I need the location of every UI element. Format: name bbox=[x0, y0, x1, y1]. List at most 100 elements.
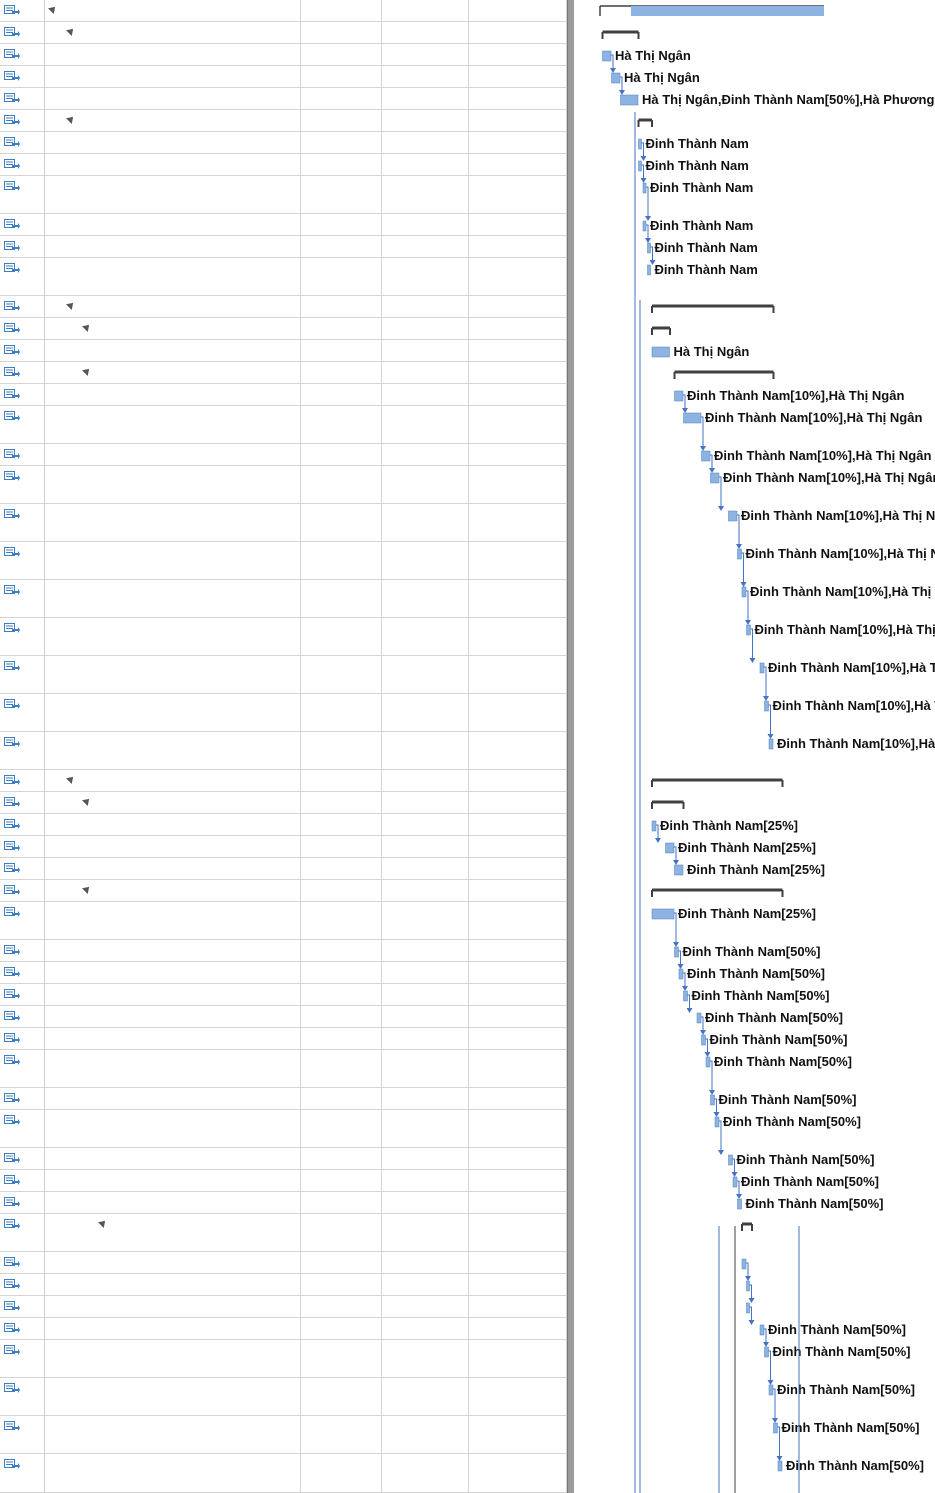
task-name-cell[interactable] bbox=[44, 214, 301, 235]
row-indicator[interactable] bbox=[0, 1148, 45, 1169]
task-row[interactable] bbox=[0, 792, 567, 814]
finish-cell[interactable] bbox=[469, 1454, 567, 1492]
duration-cell[interactable] bbox=[301, 984, 382, 1005]
task-name-cell[interactable] bbox=[44, 940, 301, 961]
task-name-cell[interactable] bbox=[44, 858, 301, 879]
start-cell[interactable] bbox=[382, 732, 469, 769]
start-cell[interactable] bbox=[382, 1378, 469, 1415]
row-indicator[interactable] bbox=[0, 1416, 45, 1453]
task-row[interactable] bbox=[0, 466, 567, 504]
task-row[interactable] bbox=[0, 362, 567, 384]
duration-cell[interactable] bbox=[301, 1214, 382, 1251]
task-name-cell[interactable] bbox=[44, 1088, 301, 1109]
row-indicator[interactable] bbox=[0, 1192, 45, 1213]
start-cell[interactable] bbox=[382, 340, 469, 361]
row-indicator[interactable] bbox=[0, 176, 45, 213]
finish-cell[interactable] bbox=[469, 858, 567, 879]
task-row[interactable] bbox=[0, 384, 567, 406]
duration-cell[interactable] bbox=[301, 466, 382, 503]
start-cell[interactable] bbox=[382, 1192, 469, 1213]
row-indicator[interactable] bbox=[0, 504, 45, 541]
duration-cell[interactable] bbox=[301, 362, 382, 383]
duration-cell[interactable] bbox=[301, 1148, 382, 1169]
task-name-cell[interactable] bbox=[44, 580, 301, 617]
row-indicator[interactable] bbox=[0, 814, 45, 835]
task-bar[interactable] bbox=[777, 1460, 783, 1472]
task-row[interactable] bbox=[0, 1340, 567, 1378]
task-bar[interactable] bbox=[728, 510, 738, 522]
row-indicator[interactable] bbox=[0, 1006, 45, 1027]
duration-cell[interactable] bbox=[301, 1028, 382, 1049]
start-cell[interactable] bbox=[382, 1416, 469, 1453]
task-name-cell[interactable] bbox=[44, 1214, 301, 1251]
task-row[interactable] bbox=[0, 902, 567, 940]
task-bar[interactable] bbox=[651, 908, 675, 920]
row-indicator[interactable] bbox=[0, 1088, 45, 1109]
task-bar[interactable] bbox=[759, 1324, 765, 1336]
start-cell[interactable] bbox=[382, 1028, 469, 1049]
task-row[interactable] bbox=[0, 444, 567, 466]
row-indicator[interactable] bbox=[0, 1214, 45, 1251]
task-bar[interactable] bbox=[759, 662, 765, 674]
row-indicator[interactable] bbox=[0, 296, 45, 317]
task-name-cell[interactable] bbox=[44, 406, 301, 443]
start-cell[interactable] bbox=[382, 1252, 469, 1273]
task-row[interactable] bbox=[0, 814, 567, 836]
row-indicator[interactable] bbox=[0, 542, 45, 579]
finish-cell[interactable] bbox=[469, 814, 567, 835]
task-bar[interactable] bbox=[647, 264, 651, 276]
finish-cell[interactable] bbox=[469, 340, 567, 361]
task-row[interactable] bbox=[0, 1214, 567, 1252]
start-cell[interactable] bbox=[382, 1088, 469, 1109]
task-bar[interactable] bbox=[674, 946, 679, 958]
row-indicator[interactable] bbox=[0, 340, 45, 361]
start-cell[interactable] bbox=[382, 858, 469, 879]
task-name-cell[interactable] bbox=[44, 22, 301, 43]
summary-bar[interactable] bbox=[651, 888, 784, 897]
duration-cell[interactable] bbox=[301, 880, 382, 901]
task-row[interactable] bbox=[0, 110, 567, 132]
duration-cell[interactable] bbox=[301, 176, 382, 213]
task-name-cell[interactable] bbox=[44, 176, 301, 213]
task-bar[interactable] bbox=[647, 242, 651, 254]
finish-cell[interactable] bbox=[469, 770, 567, 791]
task-name-cell[interactable] bbox=[44, 1006, 301, 1027]
task-name-cell[interactable] bbox=[44, 88, 301, 109]
row-indicator[interactable] bbox=[0, 770, 45, 791]
duration-cell[interactable] bbox=[301, 1416, 382, 1453]
row-indicator[interactable] bbox=[0, 362, 45, 383]
row-indicator[interactable] bbox=[0, 1110, 45, 1147]
start-cell[interactable] bbox=[382, 1148, 469, 1169]
finish-cell[interactable] bbox=[469, 1274, 567, 1295]
task-name-cell[interactable] bbox=[44, 1148, 301, 1169]
task-row[interactable] bbox=[0, 296, 567, 318]
task-row[interactable] bbox=[0, 880, 567, 902]
finish-cell[interactable] bbox=[469, 214, 567, 235]
task-name-cell[interactable] bbox=[44, 66, 301, 87]
finish-cell[interactable] bbox=[469, 694, 567, 731]
finish-cell[interactable] bbox=[469, 880, 567, 901]
finish-cell[interactable] bbox=[469, 66, 567, 87]
start-cell[interactable] bbox=[382, 1050, 469, 1087]
task-row[interactable] bbox=[0, 1416, 567, 1454]
row-indicator[interactable] bbox=[0, 1050, 45, 1087]
row-indicator[interactable] bbox=[0, 1252, 45, 1273]
row-indicator[interactable] bbox=[0, 1028, 45, 1049]
duration-cell[interactable] bbox=[301, 1110, 382, 1147]
start-cell[interactable] bbox=[382, 0, 469, 21]
task-row[interactable] bbox=[0, 176, 567, 214]
row-indicator[interactable] bbox=[0, 22, 45, 43]
finish-cell[interactable] bbox=[469, 444, 567, 465]
start-cell[interactable] bbox=[382, 1214, 469, 1251]
task-name-cell[interactable] bbox=[44, 656, 301, 693]
start-cell[interactable] bbox=[382, 176, 469, 213]
task-name-cell[interactable] bbox=[44, 1274, 301, 1295]
start-cell[interactable] bbox=[382, 504, 469, 541]
finish-cell[interactable] bbox=[469, 1170, 567, 1191]
row-indicator[interactable] bbox=[0, 44, 45, 65]
row-indicator[interactable] bbox=[0, 466, 45, 503]
duration-cell[interactable] bbox=[301, 214, 382, 235]
task-bar[interactable] bbox=[705, 1056, 711, 1068]
start-cell[interactable] bbox=[382, 656, 469, 693]
task-row[interactable] bbox=[0, 0, 567, 22]
